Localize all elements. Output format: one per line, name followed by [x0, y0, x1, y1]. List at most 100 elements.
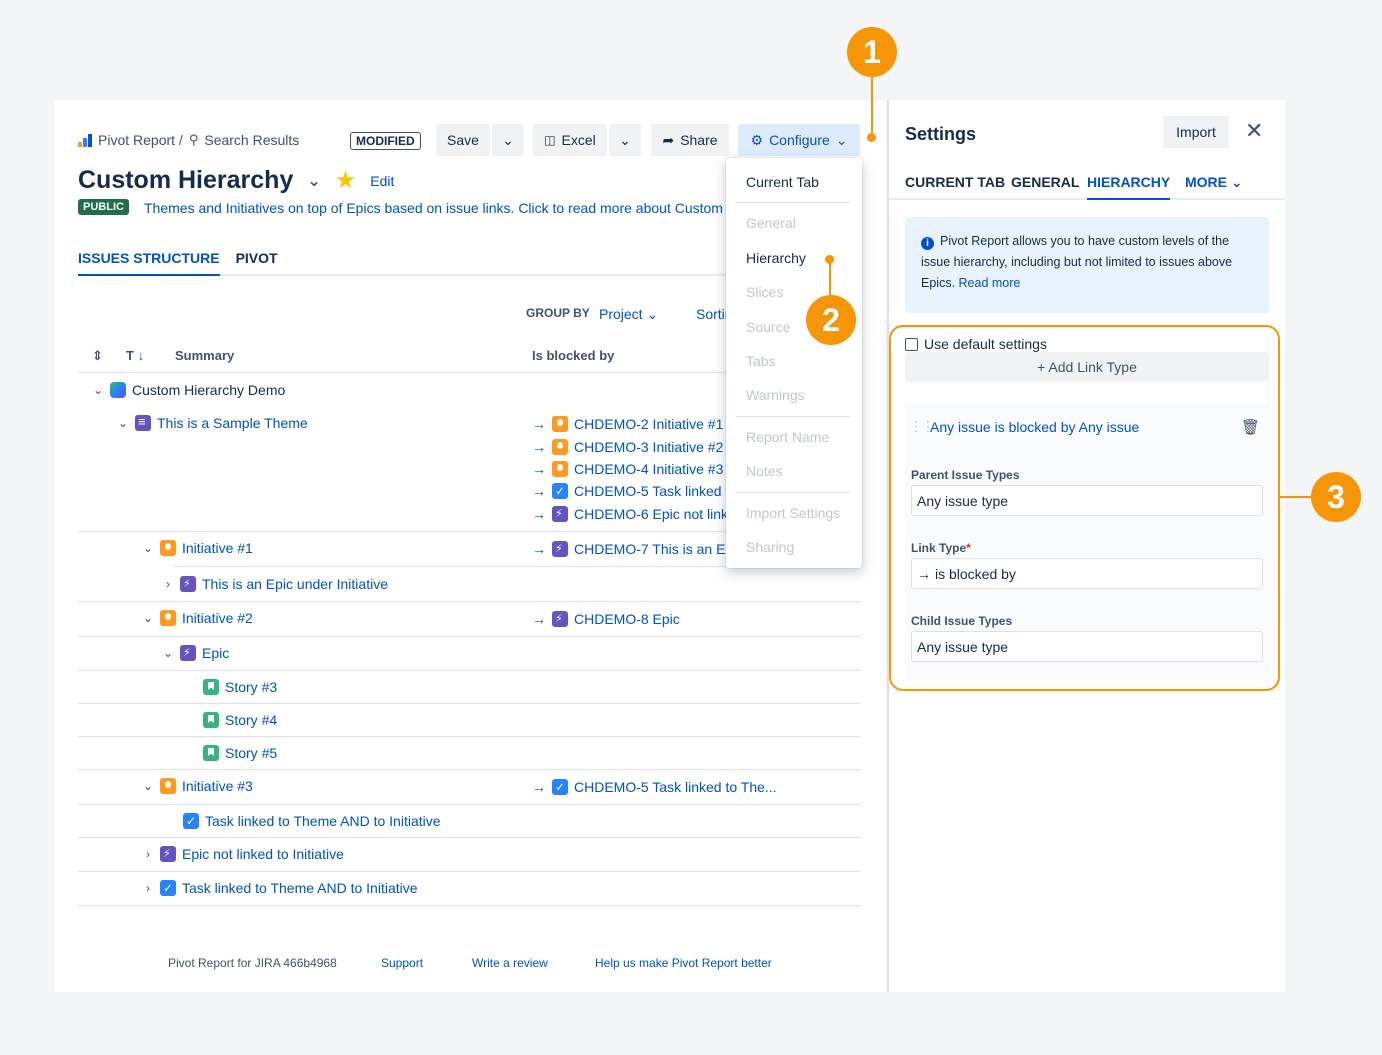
blocked-by-link[interactable]: → CHDEMO-5 Task linked to The...: [532, 779, 777, 795]
footer-feedback-link[interactable]: Help us make Pivot Report better: [595, 956, 772, 970]
star-icon[interactable]: ★: [335, 166, 357, 195]
menu-item-sharing[interactable]: Sharing: [746, 539, 794, 555]
import-label: Import: [1176, 124, 1216, 140]
tab-general[interactable]: GENERAL: [1011, 174, 1079, 200]
expand-collapse-icon[interactable]: ⇕: [92, 348, 103, 364]
sorting-link[interactable]: Sorting: [696, 306, 726, 322]
excel-button[interactable]: ◫ Excel: [533, 124, 607, 156]
excel-options-button[interactable]: ⌄: [609, 124, 641, 156]
blocked-by-link[interactable]: → CHDEMO-6 Epic not linked: [532, 506, 727, 522]
chevron-down-icon[interactable]: ⌄: [142, 779, 154, 793]
chevron-right-icon[interactable]: ›: [142, 881, 154, 895]
blocked-by-link[interactable]: → CHDEMO-3 Initiative #2: [532, 439, 727, 455]
table-row[interactable]: ⌄ Initiative #2: [142, 610, 253, 626]
menu-item-general[interactable]: General: [746, 215, 796, 231]
group-by-select[interactable]: Project ⌄: [599, 306, 658, 323]
callout-1: 1: [847, 27, 897, 77]
blocked-by-link[interactable]: → CHDEMO-7 This is an Epic: [532, 541, 727, 557]
column-blocked-by[interactable]: Is blocked by: [532, 348, 614, 363]
footer-support-link[interactable]: Support: [381, 956, 423, 970]
tab-more[interactable]: MORE ⌄: [1185, 174, 1243, 200]
story-icon: [203, 745, 219, 761]
table-row[interactable]: ⌄ Custom Hierarchy Demo: [92, 382, 285, 398]
blocked-by-link[interactable]: → CHDEMO-8 Epic: [532, 611, 680, 627]
edit-link[interactable]: Edit: [370, 173, 394, 189]
row-summary[interactable]: This is a Sample Theme: [157, 415, 308, 431]
blocked-by-link[interactable]: → CHDEMO-5 Task linked to Theme: [532, 483, 727, 499]
row-summary[interactable]: Epic: [202, 645, 229, 661]
table-row[interactable]: › Task linked to Theme AND to Initiative: [142, 880, 418, 896]
blocked-by-link[interactable]: → CHDEMO-2 Initiative #1: [532, 416, 727, 432]
chevron-right-icon[interactable]: ›: [162, 577, 174, 591]
link-text[interactable]: CHDEMO-6 Epic not linked: [574, 506, 727, 522]
table-row[interactable]: Task linked to Theme AND to Initiative: [183, 813, 441, 829]
menu-item-tabs[interactable]: Tabs: [746, 353, 776, 369]
table-row[interactable]: Story #3: [203, 679, 277, 695]
epic-icon: [552, 506, 568, 522]
row-summary[interactable]: Story #5: [225, 745, 277, 761]
chevron-right-icon[interactable]: ›: [142, 847, 154, 861]
chevron-down-icon[interactable]: ⌄: [142, 611, 154, 625]
row-summary[interactable]: Task linked to Theme AND to Initiative: [182, 880, 418, 896]
table-row[interactable]: ⌄ Epic: [162, 645, 229, 661]
menu-item-hierarchy[interactable]: Hierarchy: [746, 250, 806, 266]
tab-pivot[interactable]: PIVOT: [236, 250, 278, 276]
menu-item-slices[interactable]: Slices: [746, 284, 783, 300]
configure-button[interactable]: ⚙ Configure ⌄: [738, 124, 860, 156]
table-row[interactable]: ⌄ Initiative #1: [142, 540, 253, 556]
blocked-by-link[interactable]: → CHDEMO-4 Initiative #3: [532, 461, 727, 477]
link-text[interactable]: CHDEMO-3 Initiative #2: [574, 439, 723, 455]
arrow-right-icon: →: [532, 439, 546, 455]
link-text[interactable]: CHDEMO-7 This is an Epic: [574, 541, 727, 557]
chevron-down-icon[interactable]: ⌄: [117, 416, 129, 430]
share-button[interactable]: ➦ Share: [651, 124, 729, 156]
read-more-link[interactable]: Read more: [959, 276, 1021, 290]
save-options-button[interactable]: ⌄: [492, 124, 524, 156]
link-text[interactable]: CHDEMO-4 Initiative #3: [574, 461, 723, 477]
link-text[interactable]: CHDEMO-5 Task linked to The...: [574, 779, 777, 795]
menu-item-current-tab[interactable]: Current Tab: [746, 174, 819, 190]
tab-current-tab[interactable]: CURRENT TAB: [905, 174, 1005, 200]
excel-label: Excel: [561, 132, 596, 148]
table-row[interactable]: ⌄ Initiative #3: [142, 778, 253, 794]
close-icon[interactable]: ✕: [1245, 118, 1263, 144]
chevron-down-icon[interactable]: ⌄: [92, 383, 104, 397]
menu-item-notes[interactable]: Notes: [746, 463, 783, 479]
row-summary[interactable]: Task linked to Theme AND to Initiative: [205, 813, 441, 829]
row-summary[interactable]: Epic not linked to Initiative: [182, 846, 344, 862]
table-row[interactable]: Story #5: [203, 745, 277, 761]
table-row[interactable]: Story #4: [203, 712, 277, 728]
menu-item-warnings[interactable]: Warnings: [746, 387, 805, 403]
epic-icon: [180, 576, 196, 592]
table-row[interactable]: › Epic not linked to Initiative: [142, 846, 344, 862]
chevron-down-icon[interactable]: ⌄: [142, 541, 154, 555]
breadcrumb-root[interactable]: Pivot Report /: [98, 132, 183, 148]
row-summary[interactable]: Story #4: [225, 712, 277, 728]
footer-review-link[interactable]: Write a review: [472, 956, 548, 970]
row-summary[interactable]: Initiative #3: [182, 778, 253, 794]
footer-version: Pivot Report for JIRA 466b4968: [168, 956, 337, 970]
row-summary[interactable]: This is an Epic under Initiative: [202, 576, 388, 592]
chevron-down-icon[interactable]: ⌄: [162, 646, 174, 660]
table-row[interactable]: ⌄ This is a Sample Theme: [117, 414, 308, 431]
menu-item-source[interactable]: Source: [746, 319, 790, 335]
breadcrumb-current[interactable]: Search Results: [204, 132, 299, 148]
save-button[interactable]: Save: [436, 124, 490, 156]
import-button[interactable]: Import: [1163, 116, 1229, 148]
row-summary[interactable]: Story #3: [225, 679, 277, 695]
tab-issues-structure[interactable]: ISSUES STRUCTURE: [78, 250, 220, 276]
row-summary[interactable]: Initiative #2: [182, 610, 253, 626]
tab-hierarchy[interactable]: HIERARCHY: [1087, 174, 1171, 200]
page-title: Custom Hierarchy: [78, 166, 294, 194]
row-summary[interactable]: Initiative #1: [182, 540, 253, 556]
report-description[interactable]: Themes and Initiatives on top of Epics b…: [144, 200, 726, 216]
table-row[interactable]: › This is an Epic under Initiative: [162, 576, 388, 592]
title-dropdown-chevron-icon[interactable]: ⌄: [307, 171, 320, 191]
menu-item-import-settings[interactable]: Import Settings: [746, 505, 840, 521]
menu-item-report-name[interactable]: Report Name: [746, 429, 829, 445]
column-type[interactable]: T ↓: [126, 348, 144, 363]
link-text[interactable]: CHDEMO-2 Initiative #1: [574, 416, 723, 432]
link-text[interactable]: CHDEMO-8 Epic: [574, 611, 680, 627]
column-summary[interactable]: Summary: [175, 348, 234, 363]
link-text[interactable]: CHDEMO-5 Task linked to Theme: [574, 483, 727, 499]
